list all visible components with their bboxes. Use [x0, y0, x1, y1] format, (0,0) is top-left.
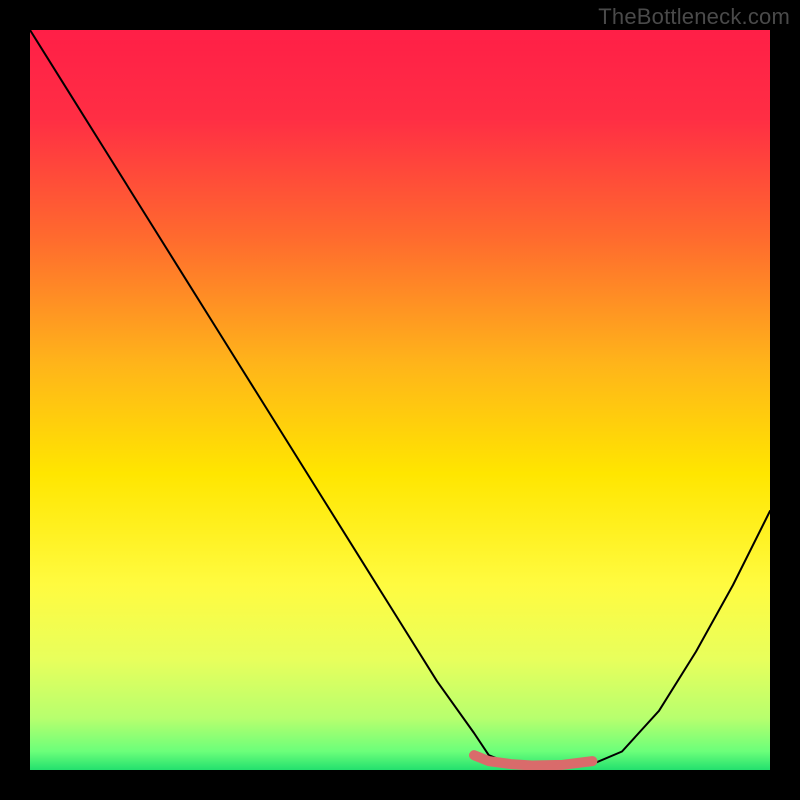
- plot-area: [30, 30, 770, 770]
- chart-svg: [30, 30, 770, 770]
- watermark-text: TheBottleneck.com: [598, 4, 790, 30]
- chart-container: TheBottleneck.com: [0, 0, 800, 800]
- gradient-background: [30, 30, 770, 770]
